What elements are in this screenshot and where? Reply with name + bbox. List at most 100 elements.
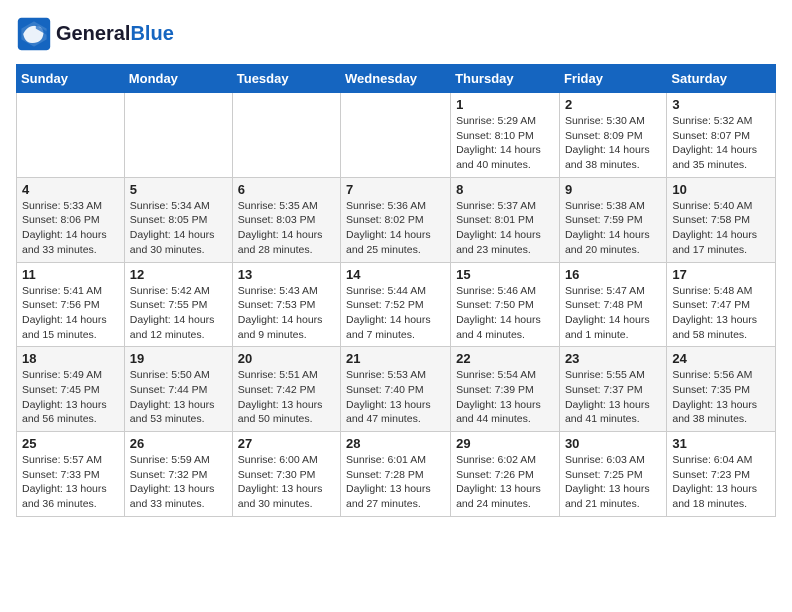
day-info: Sunrise: 6:00 AM Sunset: 7:30 PM Dayligh… — [238, 453, 335, 512]
calendar-cell: 24 Sunrise: 5:56 AM Sunset: 7:35 PM Dayli… — [667, 347, 776, 432]
calendar-cell: 14Sunrise: 5:44 AM Sunset: 7:52 PM Dayli… — [341, 262, 451, 347]
calendar-cell: 20 Sunrise: 5:51 AM Sunset: 7:42 PM Dayli… — [232, 347, 340, 432]
day-info: Sunrise: 5:44 AM Sunset: 7:52 PM Dayligh… — [346, 284, 445, 343]
day-info: Sunrise: 5:37 AM Sunset: 8:01 PM Dayligh… — [456, 199, 554, 258]
logo: GeneralBlue — [16, 16, 174, 52]
day-info: Sunrise: 5:46 AM Sunset: 7:50 PM Dayligh… — [456, 284, 554, 343]
calendar-week-row: 18 Sunrise: 5:49 AM Sunset: 7:45 PM Dayli… — [17, 347, 776, 432]
day-number: 24 — [672, 351, 770, 366]
day-number: 28 — [346, 436, 445, 451]
day-info: Sunrise: 5:40 AM Sunset: 7:58 PM Dayligh… — [672, 199, 770, 258]
day-number: 8 — [456, 182, 554, 197]
day-number: 21 — [346, 351, 445, 366]
calendar-cell: 6Sunrise: 5:35 AM Sunset: 8:03 PM Daylig… — [232, 177, 340, 262]
day-number: 22 — [456, 351, 554, 366]
day-number: 6 — [238, 182, 335, 197]
day-info: Sunrise: 5:59 AM Sunset: 7:32 PM Dayligh… — [130, 453, 227, 512]
day-number: 18 — [22, 351, 119, 366]
day-info: Sunrise: 6:03 AM Sunset: 7:25 PM Dayligh… — [565, 453, 661, 512]
calendar-cell: 12 Sunrise: 5:42 AM Sunset: 7:55 PM Dayli… — [124, 262, 232, 347]
header-friday: Friday — [559, 65, 666, 93]
header-monday: Monday — [124, 65, 232, 93]
calendar-cell: 3Sunrise: 5:32 AM Sunset: 8:07 PM Daylig… — [667, 93, 776, 178]
day-info: Sunrise: 5:29 AM Sunset: 8:10 PM Dayligh… — [456, 114, 554, 173]
day-info: Sunrise: 5:43 AM Sunset: 7:53 PM Dayligh… — [238, 284, 335, 343]
day-info: Sunrise: 5:55 AM Sunset: 7:37 PM Dayligh… — [565, 368, 661, 427]
calendar-cell: 29 Sunrise: 6:02 AM Sunset: 7:26 PM Dayli… — [451, 432, 560, 517]
day-info: Sunrise: 5:47 AM Sunset: 7:48 PM Dayligh… — [565, 284, 661, 343]
calendar-cell: 10 Sunrise: 5:40 AM Sunset: 7:58 PM Dayli… — [667, 177, 776, 262]
calendar-cell: 28 Sunrise: 6:01 AM Sunset: 7:28 PM Dayli… — [341, 432, 451, 517]
page-header: GeneralBlue — [16, 16, 776, 52]
calendar-cell: 9Sunrise: 5:38 AM Sunset: 7:59 PM Daylig… — [559, 177, 666, 262]
calendar-week-row: 25Sunrise: 5:57 AM Sunset: 7:33 PM Dayli… — [17, 432, 776, 517]
header-saturday: Saturday — [667, 65, 776, 93]
calendar-cell: 5 Sunrise: 5:34 AM Sunset: 8:05 PM Daylig… — [124, 177, 232, 262]
calendar-cell: 23Sunrise: 5:55 AM Sunset: 7:37 PM Dayli… — [559, 347, 666, 432]
day-info: Sunrise: 5:34 AM Sunset: 8:05 PM Dayligh… — [130, 199, 227, 258]
header-wednesday: Wednesday — [341, 65, 451, 93]
day-number: 3 — [672, 97, 770, 112]
day-number: 19 — [130, 351, 227, 366]
day-info: Sunrise: 6:02 AM Sunset: 7:26 PM Dayligh… — [456, 453, 554, 512]
calendar-cell — [17, 93, 125, 178]
logo-icon — [16, 16, 52, 52]
day-info: Sunrise: 5:48 AM Sunset: 7:47 PM Dayligh… — [672, 284, 770, 343]
day-number: 1 — [456, 97, 554, 112]
calendar-cell: 4 Sunrise: 5:33 AM Sunset: 8:06 PM Daylig… — [17, 177, 125, 262]
day-number: 26 — [130, 436, 227, 451]
header-sunday: Sunday — [17, 65, 125, 93]
day-number: 17 — [672, 267, 770, 282]
day-info: Sunrise: 5:56 AM Sunset: 7:35 PM Dayligh… — [672, 368, 770, 427]
day-number: 20 — [238, 351, 335, 366]
calendar-cell: 17 Sunrise: 5:48 AM Sunset: 7:47 PM Dayli… — [667, 262, 776, 347]
day-number: 31 — [672, 436, 770, 451]
calendar-week-row: 11Sunrise: 5:41 AM Sunset: 7:56 PM Dayli… — [17, 262, 776, 347]
day-info: Sunrise: 5:30 AM Sunset: 8:09 PM Dayligh… — [565, 114, 661, 173]
logo-text: GeneralBlue — [56, 23, 174, 46]
day-info: Sunrise: 6:01 AM Sunset: 7:28 PM Dayligh… — [346, 453, 445, 512]
day-info: Sunrise: 5:51 AM Sunset: 7:42 PM Dayligh… — [238, 368, 335, 427]
calendar-cell: 18 Sunrise: 5:49 AM Sunset: 7:45 PM Dayli… — [17, 347, 125, 432]
calendar-cell — [232, 93, 340, 178]
day-number: 11 — [22, 267, 119, 282]
day-number: 5 — [130, 182, 227, 197]
day-number: 27 — [238, 436, 335, 451]
day-number: 30 — [565, 436, 661, 451]
day-info: Sunrise: 5:50 AM Sunset: 7:44 PM Dayligh… — [130, 368, 227, 427]
day-number: 29 — [456, 436, 554, 451]
calendar-cell: 27 Sunrise: 6:00 AM Sunset: 7:30 PM Dayli… — [232, 432, 340, 517]
day-info: Sunrise: 6:04 AM Sunset: 7:23 PM Dayligh… — [672, 453, 770, 512]
calendar-cell: 2 Sunrise: 5:30 AM Sunset: 8:09 PM Daylig… — [559, 93, 666, 178]
calendar-cell: 22 Sunrise: 5:54 AM Sunset: 7:39 PM Dayli… — [451, 347, 560, 432]
day-number: 4 — [22, 182, 119, 197]
calendar-cell: 16 Sunrise: 5:47 AM Sunset: 7:48 PM Dayli… — [559, 262, 666, 347]
day-number: 10 — [672, 182, 770, 197]
day-info: Sunrise: 5:33 AM Sunset: 8:06 PM Dayligh… — [22, 199, 119, 258]
calendar-cell — [124, 93, 232, 178]
calendar-cell: 21 Sunrise: 5:53 AM Sunset: 7:40 PM Dayli… — [341, 347, 451, 432]
calendar-table: SundayMondayTuesdayWednesdayThursdayFrid… — [16, 64, 776, 517]
header-thursday: Thursday — [451, 65, 560, 93]
day-info: Sunrise: 5:54 AM Sunset: 7:39 PM Dayligh… — [456, 368, 554, 427]
calendar-cell: 19 Sunrise: 5:50 AM Sunset: 7:44 PM Dayli… — [124, 347, 232, 432]
day-number: 12 — [130, 267, 227, 282]
calendar-cell: 25Sunrise: 5:57 AM Sunset: 7:33 PM Dayli… — [17, 432, 125, 517]
day-number: 9 — [565, 182, 661, 197]
calendar-cell: 13 Sunrise: 5:43 AM Sunset: 7:53 PM Dayli… — [232, 262, 340, 347]
day-number: 13 — [238, 267, 335, 282]
day-number: 2 — [565, 97, 661, 112]
calendar-week-row: 1 Sunrise: 5:29 AM Sunset: 8:10 PM Daylig… — [17, 93, 776, 178]
day-info: Sunrise: 5:42 AM Sunset: 7:55 PM Dayligh… — [130, 284, 227, 343]
day-info: Sunrise: 5:49 AM Sunset: 7:45 PM Dayligh… — [22, 368, 119, 427]
day-info: Sunrise: 5:53 AM Sunset: 7:40 PM Dayligh… — [346, 368, 445, 427]
calendar-cell: 8 Sunrise: 5:37 AM Sunset: 8:01 PM Daylig… — [451, 177, 560, 262]
day-info: Sunrise: 5:57 AM Sunset: 7:33 PM Dayligh… — [22, 453, 119, 512]
day-number: 16 — [565, 267, 661, 282]
calendar-cell: 15Sunrise: 5:46 AM Sunset: 7:50 PM Dayli… — [451, 262, 560, 347]
calendar-cell: 30 Sunrise: 6:03 AM Sunset: 7:25 PM Dayli… — [559, 432, 666, 517]
calendar-cell: 7Sunrise: 5:36 AM Sunset: 8:02 PM Daylig… — [341, 177, 451, 262]
calendar-week-row: 4 Sunrise: 5:33 AM Sunset: 8:06 PM Daylig… — [17, 177, 776, 262]
calendar-cell: 1 Sunrise: 5:29 AM Sunset: 8:10 PM Daylig… — [451, 93, 560, 178]
calendar-cell: 31 Sunrise: 6:04 AM Sunset: 7:23 PM Dayli… — [667, 432, 776, 517]
